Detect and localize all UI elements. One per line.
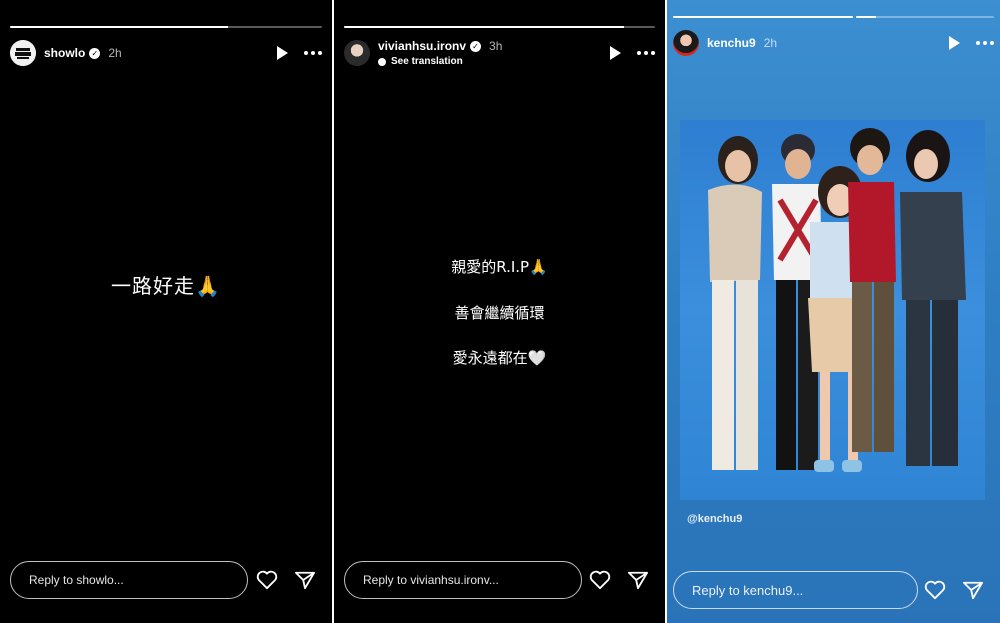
post-time: 3h [489, 39, 503, 53]
send-icon[interactable] [294, 570, 316, 590]
progress-fill [10, 26, 229, 28]
more-options-icon[interactable] [304, 51, 322, 55]
send-icon[interactable] [962, 580, 984, 600]
avatar-logo-icon [10, 40, 36, 66]
mention-sticker[interactable]: @kenchu9 [687, 513, 742, 525]
verified-badge-icon: ✓ [89, 47, 101, 59]
reply-input[interactable]: Reply to kenchu9... [673, 571, 918, 609]
avatar[interactable] [673, 30, 699, 56]
post-time: 2h [108, 46, 122, 60]
group-photo [680, 120, 985, 500]
avatar[interactable] [344, 40, 370, 66]
reply-input[interactable]: Reply to showlo... [10, 561, 248, 599]
story-progress-bar [10, 26, 322, 28]
caption-line-2: 善會繼續循環 [454, 304, 545, 322]
more-options-icon[interactable] [976, 41, 994, 45]
send-icon[interactable] [627, 570, 649, 590]
progress-fill [344, 26, 624, 28]
username[interactable]: vivianhsu.ironv [378, 39, 466, 53]
progress-segment [344, 26, 655, 28]
story-header: vivianhsu.ironv ✓ 3h See translation [344, 38, 655, 68]
story-progress-bar [673, 16, 994, 18]
heart-icon[interactable] [924, 580, 946, 600]
post-time: 2h [763, 36, 778, 50]
translate-icon [378, 57, 386, 66]
play-icon[interactable] [277, 46, 288, 60]
story-panel-showlo[interactable]: showlo ✓ 2h 一路好走🙏 Reply to showlo... [0, 0, 332, 623]
see-translation-link[interactable]: See translation [378, 56, 502, 67]
caption-line-1: 親愛的R.I.P🙏 [451, 258, 548, 276]
see-translation-label: See translation [391, 56, 463, 67]
more-options-icon[interactable] [637, 51, 655, 55]
play-icon[interactable] [949, 36, 960, 50]
avatar[interactable] [10, 40, 36, 66]
story-footer: Reply to showlo... [10, 561, 316, 599]
story-panel-vivianhsu[interactable]: vivianhsu.ironv ✓ 3h See translation 親愛的… [334, 0, 665, 623]
story-progress-bar [344, 26, 655, 28]
progress-segment [10, 26, 322, 28]
story-footer: Reply to kenchu9... [673, 571, 984, 609]
progress-fill [673, 16, 853, 18]
progress-segment [855, 16, 994, 18]
progress-segment [673, 16, 853, 18]
username[interactable]: showlo [44, 46, 85, 60]
reply-input[interactable]: Reply to vivianhsu.ironv... [344, 561, 582, 599]
progress-fill [855, 16, 877, 18]
heart-icon[interactable] [589, 570, 611, 590]
story-header: kenchu9 2h [673, 28, 994, 58]
username[interactable]: kenchu9 [707, 36, 756, 50]
story-header: showlo ✓ 2h [10, 38, 322, 68]
story-footer: Reply to vivianhsu.ironv... [344, 561, 649, 599]
story-panel-kenchu9[interactable]: kenchu9 2h @kenchu9 Reply to kenchu9... [667, 0, 1000, 623]
play-icon[interactable] [610, 46, 621, 60]
verified-badge-icon: ✓ [470, 40, 482, 52]
group-photo-illustration [708, 128, 966, 472]
story-caption: 一路好走🙏 [111, 274, 221, 298]
caption-line-3: 愛永遠都在🤍 [452, 349, 547, 367]
heart-icon[interactable] [256, 570, 278, 590]
